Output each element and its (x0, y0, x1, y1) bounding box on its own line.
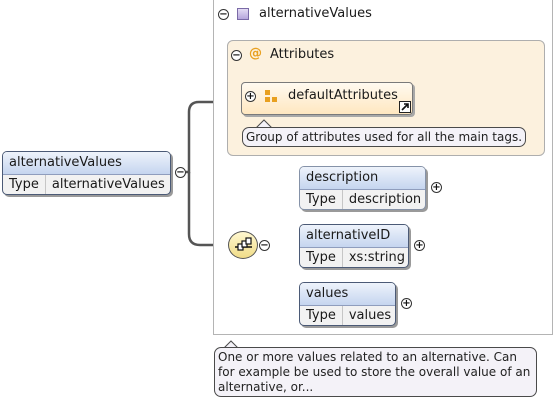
annotation-pointer (222, 340, 240, 350)
complex-type-annotation: One or more values related to an alterna… (214, 347, 537, 397)
complex-type-annotation-text: One or more values related to an alterna… (218, 350, 531, 394)
